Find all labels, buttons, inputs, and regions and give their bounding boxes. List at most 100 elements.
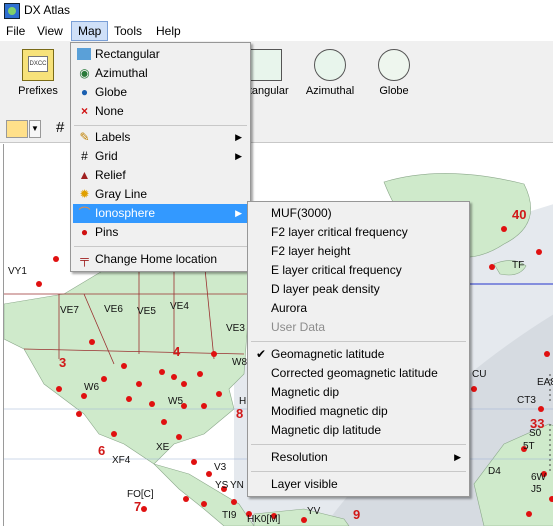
menu-item-magnetic-dip[interactable]: Magnetic dip: [250, 383, 467, 402]
submenu-arrow-icon: ▶: [454, 452, 461, 462]
menu-separator: [74, 246, 247, 247]
rectangular-map-icon: [250, 49, 282, 81]
menu-item-label: Change Home location: [95, 252, 218, 266]
ionosphere-icon: ⌒: [78, 206, 91, 220]
map-label-d4: D4: [488, 466, 501, 477]
menu-bar: File View Map Tools Help: [0, 21, 553, 41]
map-label-w6: W6: [84, 382, 99, 393]
menu-item-aurora[interactable]: Aurora: [250, 299, 467, 318]
menu-item-f2-height[interactable]: F2 layer height: [250, 242, 467, 261]
menu-item-modified-magnetic-dip[interactable]: Modified magnetic dip: [250, 402, 467, 421]
map-label-ve6: VE6: [104, 304, 123, 315]
zone-6: 6: [98, 443, 106, 458]
menu-item-label: Azimuthal: [95, 66, 148, 80]
menu-item-label: F2 layer critical frequency: [271, 225, 408, 239]
menu-item-labels[interactable]: ✎ Labels ▶: [73, 128, 248, 147]
menu-item-azimuthal[interactable]: ◉ Azimuthal: [73, 64, 248, 83]
zone-40: 40: [512, 207, 527, 222]
pin-icon: ●: [80, 225, 89, 239]
menu-item-pins[interactable]: ● Pins: [73, 223, 248, 242]
zone-33: 33: [530, 416, 545, 431]
menu-item-corrected-geomagnetic-latitude[interactable]: Corrected geomagnetic latitude: [250, 364, 467, 383]
menu-item-grid[interactable]: # Grid ▶: [73, 147, 248, 166]
azimuthal-map-icon: [314, 49, 346, 81]
menu-item-label: Layer visible: [271, 477, 338, 491]
window-title: DX Atlas: [24, 3, 71, 17]
menu-item-label: Resolution: [271, 450, 328, 464]
map-label-cu: CU: [472, 369, 487, 380]
map-label-ti9: TI9: [222, 510, 237, 521]
menu-item-layer-visible[interactable]: Layer visible: [250, 475, 467, 494]
menu-item-e-critical[interactable]: E layer critical frequency: [250, 261, 467, 280]
checkmark-icon: ✔: [256, 347, 267, 361]
menu-item-ionosphere[interactable]: ⌒ Ionosphere ▶: [73, 204, 248, 223]
map-label-w5: W5: [168, 396, 183, 407]
menu-item-label: Relief: [95, 168, 126, 182]
menu-item-label: None: [95, 104, 124, 118]
layer-picker-icon[interactable]: [6, 120, 28, 138]
map-label-j5: J5: [531, 484, 542, 495]
menu-separator: [251, 444, 466, 445]
globe-button[interactable]: Globe: [364, 45, 424, 105]
zone-7: 7: [134, 499, 142, 514]
globe-icon: [378, 49, 410, 81]
menu-item-label: Rectangular: [95, 47, 160, 61]
labels-icon: ✎: [79, 130, 90, 144]
menu-help[interactable]: Help: [150, 21, 187, 41]
close-icon: ×: [80, 104, 88, 118]
submenu-arrow-icon: ▶: [235, 132, 242, 142]
map-label-vy1: VY1: [8, 266, 27, 277]
map-label-ea8: EA8: [537, 377, 553, 388]
prefixes-icon: DXCC: [22, 49, 54, 81]
menu-item-label: MUF(3000): [271, 206, 332, 220]
menu-item-label: Modified magnetic dip: [271, 404, 388, 418]
menu-file[interactable]: File: [0, 21, 31, 41]
map-label-ve7: VE7: [60, 305, 79, 316]
globe-label: Globe: [379, 85, 409, 97]
menu-item-d-peak[interactable]: D layer peak density: [250, 280, 467, 299]
menu-tools[interactable]: Tools: [108, 21, 148, 41]
prefixes-button[interactable]: DXCC Prefixes: [8, 45, 68, 105]
menu-item-label: E layer critical frequency: [271, 263, 402, 277]
submenu-arrow-icon: ▶: [235, 208, 242, 218]
menu-item-geomagnetic-latitude[interactable]: ✔ Geomagnetic latitude: [250, 345, 467, 364]
map-label-xf4: XF4: [112, 455, 131, 466]
menu-item-none[interactable]: × None: [73, 102, 248, 121]
menu-item-f2-critical[interactable]: F2 layer critical frequency: [250, 223, 467, 242]
menu-item-relief[interactable]: ▲ Relief: [73, 166, 248, 185]
menu-item-label: Geomagnetic latitude: [271, 347, 385, 361]
menu-item-magnetic-dip-latitude[interactable]: Magnetic dip latitude: [250, 421, 467, 440]
map-label-tf: TF: [512, 260, 525, 271]
menu-item-change-home[interactable]: ╤ Change Home location: [73, 250, 248, 269]
map-label-ve3: VE3: [226, 323, 245, 334]
map-label-6w: 6W: [531, 472, 546, 483]
menu-item-rectangular[interactable]: Rectangular: [73, 45, 248, 64]
azimuthal-button[interactable]: Azimuthal: [300, 45, 360, 105]
ionosphere-submenu: MUF(3000) F2 layer critical frequency F2…: [247, 201, 470, 497]
menu-item-label: Labels: [95, 130, 131, 144]
map-label-ct3: CT3: [517, 395, 536, 406]
menu-item-gray-line[interactable]: ✹ Gray Line: [73, 185, 248, 204]
grid-icon: #: [81, 149, 88, 163]
globe-small-icon: ●: [80, 85, 89, 99]
menu-item-user-data: User Data: [250, 318, 467, 337]
menu-item-label: Ionosphere: [95, 206, 156, 220]
menu-separator: [251, 341, 466, 342]
grid-toggle-icon[interactable]: #: [56, 119, 64, 136]
menu-item-globe[interactable]: ● Globe: [73, 83, 248, 102]
menu-item-resolution[interactable]: Resolution ▶: [250, 448, 467, 467]
home-antenna-icon: ╤: [80, 252, 89, 266]
zone-8: 8: [236, 406, 244, 421]
menu-item-label: User Data: [271, 320, 326, 334]
menu-map[interactable]: Map: [71, 21, 109, 41]
zone-9: 9: [353, 507, 361, 522]
menu-item-label: Pins: [95, 225, 119, 239]
menu-item-label: Globe: [95, 85, 128, 99]
prefixes-label: Prefixes: [18, 85, 58, 97]
map-label-ve4: VE4: [170, 301, 189, 312]
dropdown-arrow-icon[interactable]: ▼: [29, 120, 41, 138]
menu-item-muf[interactable]: MUF(3000): [250, 204, 467, 223]
menu-view[interactable]: View: [31, 21, 69, 41]
mountain-icon: ▲: [78, 168, 91, 182]
zone-3: 3: [59, 355, 67, 370]
